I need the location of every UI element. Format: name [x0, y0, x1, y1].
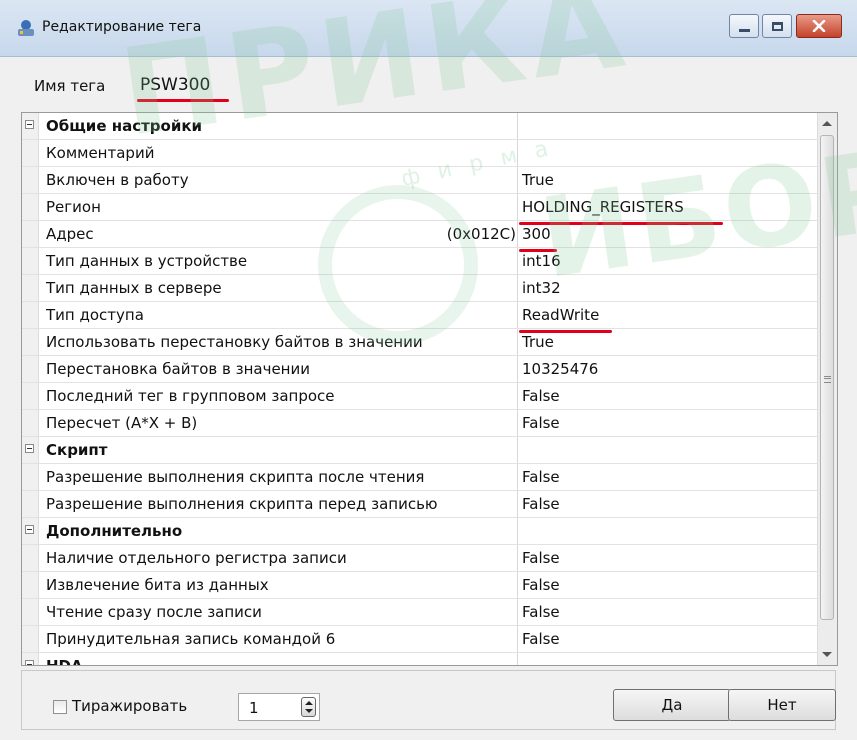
property-row[interactable]: Принудительная запись командой 6 False — [22, 626, 817, 653]
grip-icon — [824, 376, 831, 383]
property-value[interactable]: False — [522, 630, 560, 648]
category-label: Дополнительно — [46, 522, 183, 540]
address-underline — [519, 249, 557, 252]
property-row[interactable]: Регион HOLDING_REGISTERS — [22, 194, 817, 221]
property-value[interactable]: False — [522, 549, 560, 567]
replicate-count-value[interactable]: 1 — [249, 699, 259, 717]
property-value[interactable]: False — [522, 387, 560, 405]
app-icon — [18, 20, 34, 36]
replicate-label[interactable]: Тиражировать — [72, 697, 187, 715]
property-row[interactable]: Разрешение выполнения скрипта перед запи… — [22, 491, 817, 518]
maximize-button[interactable] — [762, 14, 792, 38]
category-row[interactable]: Общие настройки — [22, 113, 817, 140]
property-value[interactable]: True — [522, 333, 554, 351]
close-icon — [812, 20, 826, 32]
category-label: Скрипт — [46, 441, 108, 459]
collapse-icon[interactable] — [25, 525, 34, 534]
replicate-checkbox[interactable] — [53, 700, 67, 714]
access-type-underline — [519, 330, 612, 333]
tag-edit-dialog: Редактирование тега Имя тега PSW300 Общи… — [0, 0, 857, 740]
property-value[interactable]: ReadWrite — [522, 306, 599, 324]
scroll-down-icon[interactable] — [822, 652, 832, 657]
property-row[interactable]: Наличие отдельного регистра записи False — [22, 545, 817, 572]
property-label: Включен в работу — [46, 171, 189, 189]
category-row[interactable]: Скрипт — [22, 437, 817, 464]
property-value[interactable]: 10325476 — [522, 360, 598, 378]
collapse-icon[interactable] — [25, 444, 34, 453]
property-value[interactable]: False — [522, 468, 560, 486]
collapse-icon[interactable] — [25, 660, 34, 665]
region-underline — [519, 222, 723, 225]
property-label: Чтение сразу после записи — [46, 603, 262, 621]
maximize-icon — [771, 21, 783, 31]
property-grid[interactable]: Общие настройки Комментарий Включен в рабо… — [21, 112, 838, 666]
category-row[interactable]: Дополнительно — [22, 518, 817, 545]
vertical-scrollbar[interactable] — [817, 113, 837, 665]
minimize-button[interactable] — [729, 14, 759, 38]
property-row[interactable]: Пересчет (A*X + B) False — [22, 410, 817, 437]
property-row[interactable]: Адрес (0x012C) 300 — [22, 221, 817, 248]
scroll-up-icon[interactable] — [822, 121, 832, 126]
property-row[interactable]: Извлечение бита из данных False — [22, 572, 817, 599]
scroll-thumb[interactable] — [820, 135, 834, 620]
property-label: Использовать перестановку байтов в значе… — [46, 333, 423, 351]
property-value[interactable]: False — [522, 603, 560, 621]
property-value[interactable]: int16 — [522, 252, 561, 270]
property-row[interactable]: Тип данных в устройстве int16 — [22, 248, 817, 275]
property-label: Тип данных в устройстве — [46, 252, 248, 270]
tag-name-field[interactable]: PSW300 — [140, 75, 210, 95]
ok-button[interactable]: Да — [613, 689, 731, 721]
address-hex-hint: (0x012C) — [446, 225, 516, 243]
property-label: Тип доступа — [46, 306, 144, 324]
property-label: Пересчет (A*X + B) — [46, 414, 198, 432]
property-value[interactable]: False — [522, 414, 560, 432]
property-row[interactable]: Тип доступа ReadWrite — [22, 302, 817, 329]
property-label: Последний тег в групповом запросе — [46, 387, 335, 405]
property-label: Извлечение бита из данных — [46, 576, 269, 594]
property-row[interactable]: Перестановка байтов в значении 10325476 — [22, 356, 817, 383]
property-label: Принудительная запись командой 6 — [46, 630, 336, 648]
minimize-icon — [738, 28, 750, 32]
title-bar[interactable]: Редактирование тега — [0, 0, 857, 57]
property-value[interactable]: int32 — [522, 279, 561, 297]
property-row[interactable]: Чтение сразу после записи False — [22, 599, 817, 626]
property-value[interactable]: 300 — [522, 225, 551, 243]
property-label: Разрешение выполнения скрипта перед запи… — [46, 495, 438, 513]
property-label: Наличие отдельного регистра записи — [46, 549, 347, 567]
dialog-footer: Тиражировать 1 Да Нет — [21, 670, 836, 730]
property-value[interactable]: False — [522, 576, 560, 594]
property-row[interactable]: Тип данных в сервере int32 — [22, 275, 817, 302]
category-row[interactable]: HDA — [22, 653, 817, 666]
category-label: HDA — [46, 657, 83, 666]
property-label: Адрес — [46, 225, 94, 243]
collapse-icon[interactable] — [25, 120, 34, 129]
replicate-count-spinner[interactable]: 1 — [238, 693, 320, 721]
property-label: Перестановка байтов в значении — [46, 360, 310, 378]
property-row[interactable]: Последний тег в групповом запросе False — [22, 383, 817, 410]
property-label: Тип данных в сервере — [46, 279, 222, 297]
property-value[interactable]: True — [522, 171, 554, 189]
property-row[interactable]: Включен в работу True — [22, 167, 817, 194]
close-button[interactable] — [796, 14, 842, 38]
tag-name-underline — [137, 99, 229, 102]
spinner-arrows-icon[interactable] — [301, 697, 316, 717]
window-title: Редактирование тега — [42, 19, 202, 35]
property-label: Разрешение выполнения скрипта после чтен… — [46, 468, 425, 486]
property-row[interactable]: Использовать перестановку байтов в значе… — [22, 329, 817, 356]
category-label: Общие настройки — [46, 117, 203, 135]
property-label: Регион — [46, 198, 101, 216]
cancel-button[interactable]: Нет — [728, 689, 836, 721]
property-value[interactable]: HOLDING_REGISTERS — [522, 198, 684, 216]
property-row[interactable]: Разрешение выполнения скрипта после чтен… — [22, 464, 817, 491]
property-value[interactable]: False — [522, 495, 560, 513]
tag-name-label: Имя тега — [34, 77, 106, 95]
property-row[interactable]: Комментарий — [22, 140, 817, 167]
property-label: Комментарий — [46, 144, 155, 162]
